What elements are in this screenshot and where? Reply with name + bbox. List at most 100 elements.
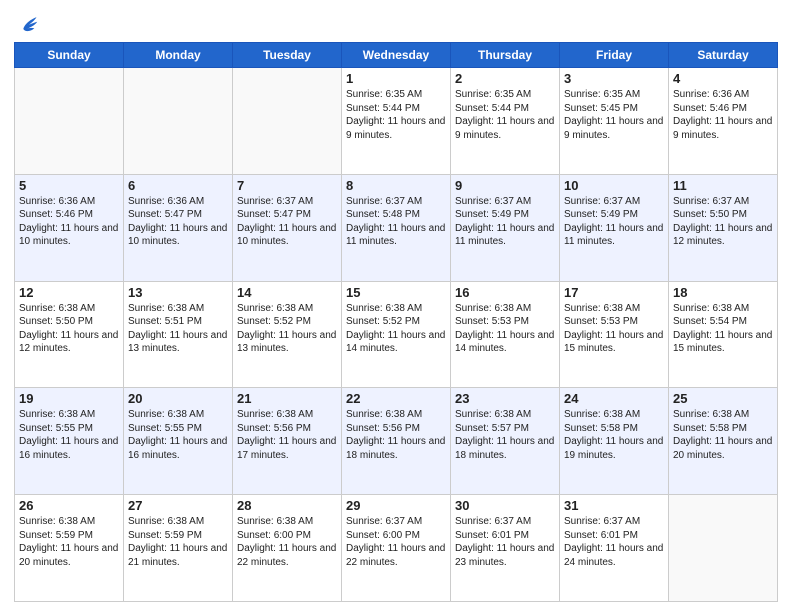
week-row-5: 26 Sunrise: 6:38 AM Sunset: 5:59 PM Dayli…	[15, 495, 778, 602]
calendar-cell: 22 Sunrise: 6:38 AM Sunset: 5:56 PM Dayli…	[342, 388, 451, 495]
cell-info: Sunrise: 6:38 AM Sunset: 5:53 PM Dayligh…	[455, 302, 555, 356]
calendar-cell	[233, 68, 342, 175]
cell-info: Sunrise: 6:38 AM Sunset: 5:52 PM Dayligh…	[346, 302, 446, 356]
day-number: 30	[455, 498, 555, 513]
calendar-cell	[15, 68, 124, 175]
weekday-header-tuesday: Tuesday	[233, 43, 342, 68]
calendar-cell: 25 Sunrise: 6:38 AM Sunset: 5:58 PM Dayli…	[669, 388, 778, 495]
day-number: 20	[128, 391, 228, 406]
day-number: 13	[128, 285, 228, 300]
day-number: 7	[237, 178, 337, 193]
calendar-cell: 27 Sunrise: 6:38 AM Sunset: 5:59 PM Dayli…	[124, 495, 233, 602]
day-number: 27	[128, 498, 228, 513]
day-number: 8	[346, 178, 446, 193]
cell-info: Sunrise: 6:35 AM Sunset: 5:44 PM Dayligh…	[455, 88, 555, 142]
weekday-header-saturday: Saturday	[669, 43, 778, 68]
weekday-header-friday: Friday	[560, 43, 669, 68]
cell-info: Sunrise: 6:37 AM Sunset: 5:48 PM Dayligh…	[346, 195, 446, 249]
day-number: 25	[673, 391, 773, 406]
day-number: 31	[564, 498, 664, 513]
logo-bird-icon	[16, 14, 38, 36]
day-number: 1	[346, 71, 446, 86]
day-number: 10	[564, 178, 664, 193]
calendar-cell: 28 Sunrise: 6:38 AM Sunset: 6:00 PM Dayli…	[233, 495, 342, 602]
cell-info: Sunrise: 6:36 AM Sunset: 5:47 PM Dayligh…	[128, 195, 228, 249]
calendar-cell: 20Sunrise: 6:38 AM Sunset: 5:55 PM Dayli…	[124, 388, 233, 495]
week-row-2: 5Sunrise: 6:36 AM Sunset: 5:46 PM Daylig…	[15, 174, 778, 281]
cell-info: Sunrise: 6:35 AM Sunset: 5:45 PM Dayligh…	[564, 88, 664, 142]
calendar-cell: 7 Sunrise: 6:37 AM Sunset: 5:47 PM Daylig…	[233, 174, 342, 281]
day-number: 21	[237, 391, 337, 406]
calendar-cell: 5Sunrise: 6:36 AM Sunset: 5:46 PM Daylig…	[15, 174, 124, 281]
calendar-cell: 23 Sunrise: 6:38 AM Sunset: 5:57 PM Dayli…	[451, 388, 560, 495]
day-number: 28	[237, 498, 337, 513]
calendar-cell: 24 Sunrise: 6:38 AM Sunset: 5:58 PM Dayli…	[560, 388, 669, 495]
cell-info: Sunrise: 6:38 AM Sunset: 5:53 PM Dayligh…	[564, 302, 664, 356]
week-row-3: 12Sunrise: 6:38 AM Sunset: 5:50 PM Dayli…	[15, 281, 778, 388]
header	[14, 10, 778, 36]
calendar-cell: 15 Sunrise: 6:38 AM Sunset: 5:52 PM Dayli…	[342, 281, 451, 388]
cell-info: Sunrise: 6:37 AM Sunset: 5:47 PM Dayligh…	[237, 195, 337, 249]
cell-info: Sunrise: 6:38 AM Sunset: 6:00 PM Dayligh…	[237, 515, 337, 569]
day-number: 6	[128, 178, 228, 193]
calendar-cell: 30 Sunrise: 6:37 AM Sunset: 6:01 PM Dayli…	[451, 495, 560, 602]
logo	[14, 14, 38, 36]
day-number: 11	[673, 178, 773, 193]
cell-info: Sunrise: 6:38 AM Sunset: 5:56 PM Dayligh…	[237, 408, 337, 462]
calendar-cell: 17 Sunrise: 6:38 AM Sunset: 5:53 PM Dayli…	[560, 281, 669, 388]
calendar-cell: 14Sunrise: 6:38 AM Sunset: 5:52 PM Dayli…	[233, 281, 342, 388]
calendar-cell: 1 Sunrise: 6:35 AM Sunset: 5:44 PM Daylig…	[342, 68, 451, 175]
cell-info: Sunrise: 6:37 AM Sunset: 5:49 PM Dayligh…	[564, 195, 664, 249]
weekday-header-monday: Monday	[124, 43, 233, 68]
calendar-cell: 18 Sunrise: 6:38 AM Sunset: 5:54 PM Dayli…	[669, 281, 778, 388]
day-number: 16	[455, 285, 555, 300]
cell-info: Sunrise: 6:37 AM Sunset: 6:01 PM Dayligh…	[455, 515, 555, 569]
cell-info: Sunrise: 6:38 AM Sunset: 5:58 PM Dayligh…	[673, 408, 773, 462]
day-number: 19	[19, 391, 119, 406]
calendar-cell: 11 Sunrise: 6:37 AM Sunset: 5:50 PM Dayli…	[669, 174, 778, 281]
calendar-cell	[669, 495, 778, 602]
calendar-cell: 16 Sunrise: 6:38 AM Sunset: 5:53 PM Dayli…	[451, 281, 560, 388]
cell-info: Sunrise: 6:35 AM Sunset: 5:44 PM Dayligh…	[346, 88, 446, 142]
calendar-cell: 2Sunrise: 6:35 AM Sunset: 5:44 PM Daylig…	[451, 68, 560, 175]
day-number: 17	[564, 285, 664, 300]
page: SundayMondayTuesdayWednesdayThursdayFrid…	[0, 0, 792, 612]
calendar-cell: 3 Sunrise: 6:35 AM Sunset: 5:45 PM Daylig…	[560, 68, 669, 175]
cell-info: Sunrise: 6:38 AM Sunset: 5:56 PM Dayligh…	[346, 408, 446, 462]
calendar-cell: 8 Sunrise: 6:37 AM Sunset: 5:48 PM Daylig…	[342, 174, 451, 281]
day-number: 4	[673, 71, 773, 86]
cell-info: Sunrise: 6:38 AM Sunset: 5:58 PM Dayligh…	[564, 408, 664, 462]
cell-info: Sunrise: 6:38 AM Sunset: 5:57 PM Dayligh…	[455, 408, 555, 462]
day-number: 9	[455, 178, 555, 193]
day-number: 15	[346, 285, 446, 300]
cell-info: Sunrise: 6:38 AM Sunset: 5:54 PM Dayligh…	[673, 302, 773, 356]
weekday-header-thursday: Thursday	[451, 43, 560, 68]
day-number: 26	[19, 498, 119, 513]
calendar-cell: 31 Sunrise: 6:37 AM Sunset: 6:01 PM Dayli…	[560, 495, 669, 602]
day-number: 18	[673, 285, 773, 300]
cell-info: Sunrise: 6:38 AM Sunset: 5:50 PM Dayligh…	[19, 302, 119, 356]
calendar-cell: 29Sunrise: 6:37 AM Sunset: 6:00 PM Dayli…	[342, 495, 451, 602]
day-number: 22	[346, 391, 446, 406]
calendar-table: SundayMondayTuesdayWednesdayThursdayFrid…	[14, 42, 778, 602]
calendar-cell: 10 Sunrise: 6:37 AM Sunset: 5:49 PM Dayli…	[560, 174, 669, 281]
day-number: 3	[564, 71, 664, 86]
calendar-cell: 13 Sunrise: 6:38 AM Sunset: 5:51 PM Dayli…	[124, 281, 233, 388]
weekday-header-wednesday: Wednesday	[342, 43, 451, 68]
day-number: 23	[455, 391, 555, 406]
cell-info: Sunrise: 6:37 AM Sunset: 6:01 PM Dayligh…	[564, 515, 664, 569]
calendar-cell: 6 Sunrise: 6:36 AM Sunset: 5:47 PM Daylig…	[124, 174, 233, 281]
calendar-cell: 21 Sunrise: 6:38 AM Sunset: 5:56 PM Dayli…	[233, 388, 342, 495]
cell-info: Sunrise: 6:38 AM Sunset: 5:59 PM Dayligh…	[19, 515, 119, 569]
day-number: 29	[346, 498, 446, 513]
calendar-cell: 12Sunrise: 6:38 AM Sunset: 5:50 PM Dayli…	[15, 281, 124, 388]
calendar-cell: 26 Sunrise: 6:38 AM Sunset: 5:59 PM Dayli…	[15, 495, 124, 602]
calendar-cell	[124, 68, 233, 175]
cell-info: Sunrise: 6:37 AM Sunset: 5:50 PM Dayligh…	[673, 195, 773, 249]
cell-info: Sunrise: 6:38 AM Sunset: 5:51 PM Dayligh…	[128, 302, 228, 356]
cell-info: Sunrise: 6:38 AM Sunset: 5:59 PM Dayligh…	[128, 515, 228, 569]
week-row-1: 1 Sunrise: 6:35 AM Sunset: 5:44 PM Daylig…	[15, 68, 778, 175]
day-number: 24	[564, 391, 664, 406]
cell-info: Sunrise: 6:38 AM Sunset: 5:52 PM Dayligh…	[237, 302, 337, 356]
cell-info: Sunrise: 6:38 AM Sunset: 5:55 PM Dayligh…	[19, 408, 119, 462]
